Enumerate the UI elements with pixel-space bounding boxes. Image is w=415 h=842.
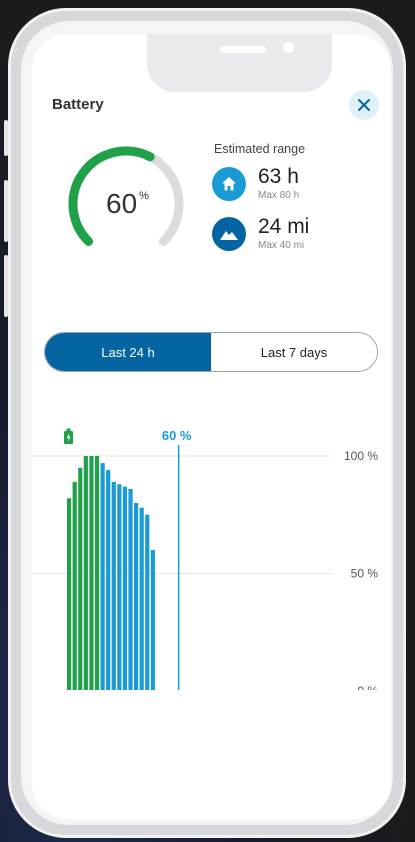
side-button	[4, 255, 8, 317]
chart-bar	[122, 486, 128, 690]
chart-bar	[128, 488, 133, 690]
chart-bar	[100, 463, 105, 690]
app-screen: Battery 60% Estimated range 63 h Max 80 …	[32, 34, 391, 819]
chart-bar	[145, 514, 150, 690]
range-icon-circle	[212, 216, 246, 251]
chart-bar	[150, 550, 155, 690]
mountain-icon	[220, 230, 238, 240]
current-value-label: 60 %	[162, 428, 192, 443]
chart-bar	[67, 498, 72, 690]
close-icon	[358, 99, 370, 111]
notch	[147, 34, 332, 92]
chart-bar	[117, 484, 122, 690]
range-value: 24 mi	[258, 215, 310, 238]
time-range-toggle: Last 24 h Last 7 days	[44, 332, 378, 372]
charging-icon	[64, 428, 73, 444]
battery-history-chart: 00:0006:0012:0018:0024:00 100 %50 %0 % 6…	[32, 428, 379, 690]
chart-bar	[83, 456, 88, 690]
side-button	[4, 180, 8, 242]
range-max: Max 40 mi	[258, 240, 305, 251]
home-icon	[222, 176, 236, 190]
chart-bar	[89, 456, 94, 690]
range-title: Estimated range	[214, 142, 306, 156]
range-max: Max 80 h	[258, 190, 300, 201]
front-camera	[283, 42, 294, 53]
gauge-number: 60	[106, 188, 138, 219]
chart-bar	[106, 470, 111, 690]
y-tick-label: 0 %	[357, 684, 378, 690]
chart-bar	[78, 467, 83, 690]
gauge-unit: %	[139, 190, 149, 202]
page-title: Battery	[52, 96, 104, 113]
range-row-distance: 24 mi Max 40 mi	[212, 216, 309, 251]
side-button	[4, 120, 8, 156]
chart-bar	[72, 481, 77, 690]
range-icon-circle	[212, 166, 246, 201]
chart-bar	[139, 507, 144, 690]
range-value: 63 h	[258, 165, 299, 188]
chart-bar	[111, 481, 116, 690]
speaker	[220, 46, 266, 53]
tab-last-7-days[interactable]: Last 7 days	[211, 333, 377, 371]
chart-bar	[134, 503, 139, 690]
close-button[interactable]	[349, 90, 379, 120]
chart-bar	[94, 456, 100, 690]
battery-percentage: 60%	[106, 188, 149, 220]
y-tick-label: 50 %	[351, 567, 379, 581]
tab-last-24h[interactable]: Last 24 h	[45, 333, 211, 371]
range-row-time: 63 h Max 80 h	[212, 166, 299, 201]
y-tick-label: 100 %	[344, 449, 378, 463]
